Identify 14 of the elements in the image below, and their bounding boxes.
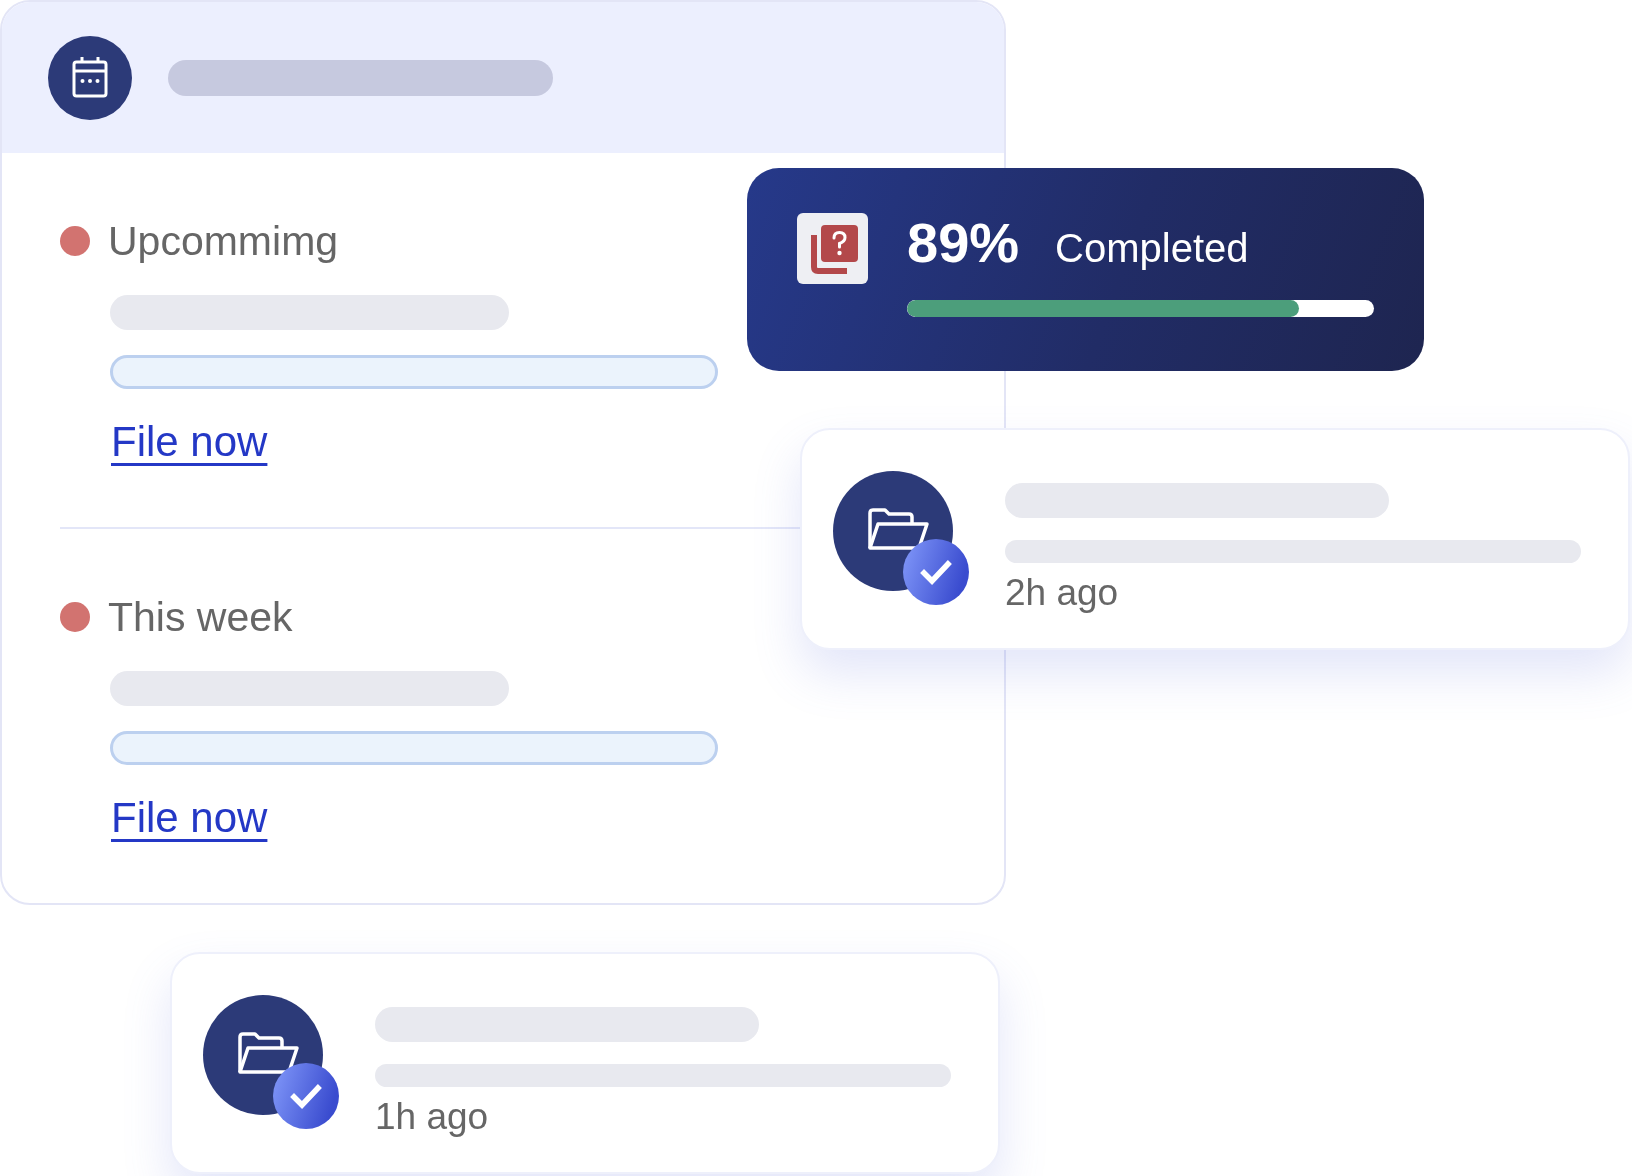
section-title: Upcommimg	[108, 219, 339, 263]
calendar-icon	[48, 35, 132, 120]
file-now-link[interactable]: File now	[111, 419, 268, 465]
percent-text: 89%	[907, 213, 1020, 273]
input-field[interactable]	[110, 355, 718, 389]
check-icon	[903, 539, 969, 605]
completed-label: Completed	[1055, 225, 1249, 271]
time-ago-text: 1h ago	[375, 1095, 490, 1139]
input-field[interactable]	[110, 731, 718, 765]
question-cards-icon	[797, 213, 868, 284]
section-title: This week	[108, 595, 293, 639]
time-ago-text: 2h ago	[1005, 571, 1120, 615]
check-icon	[273, 1063, 339, 1129]
file-now-link[interactable]: File now	[111, 795, 268, 841]
